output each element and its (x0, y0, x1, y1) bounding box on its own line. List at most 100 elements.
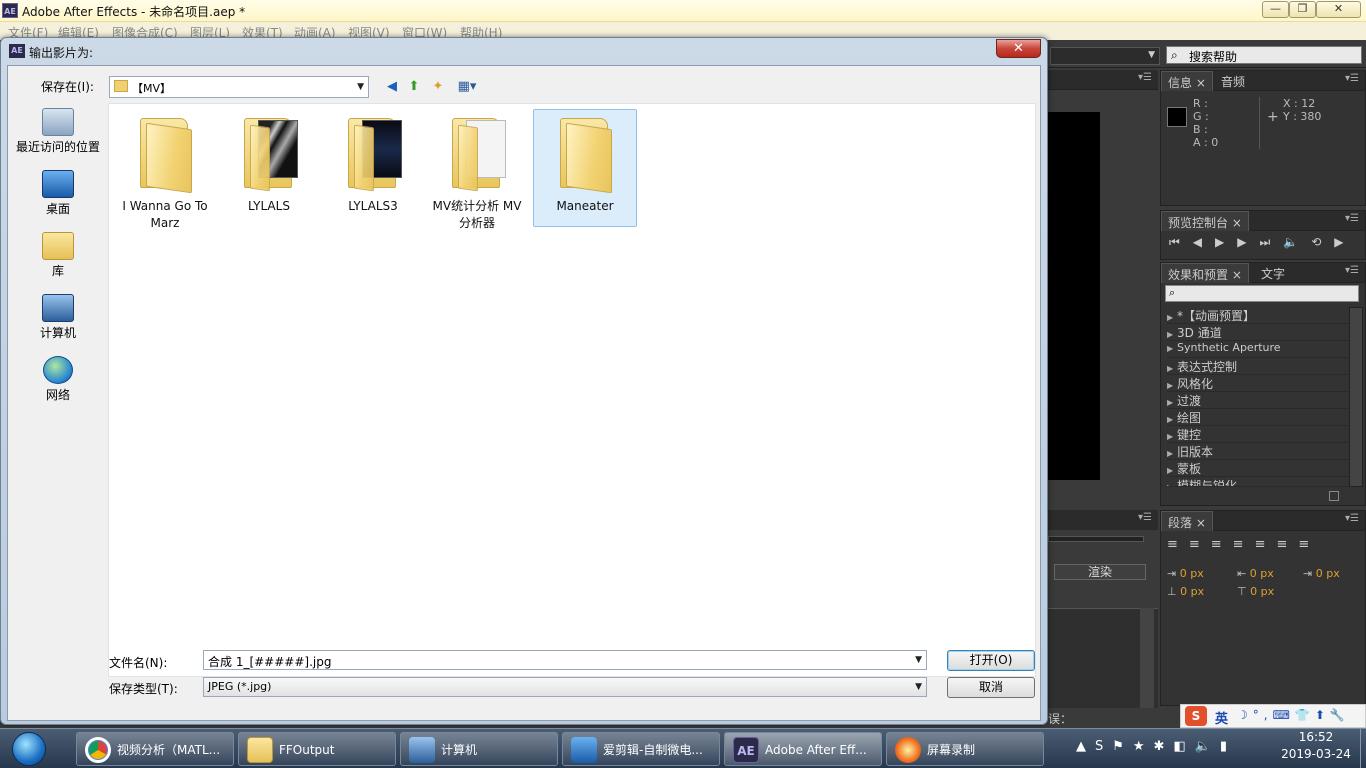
render-panel-tabbar: ▾☰ (1048, 510, 1158, 530)
after-effects-logo-icon: AE (733, 737, 759, 763)
status-fragment: 误： (1048, 712, 1073, 726)
taskbar-item-explorer[interactable]: FFOutput (238, 732, 396, 766)
close-button[interactable]: ✕ (1316, 1, 1361, 18)
chevron-down-icon: ▼ (915, 682, 922, 692)
workspace-select[interactable]: ▼ (1050, 47, 1160, 65)
effect-category[interactable]: ▶ 蒙板 (1167, 460, 1351, 477)
place-computer[interactable]: 计算机 (9, 294, 107, 341)
search-icon: ⌕ (1169, 286, 1176, 299)
tab-audio[interactable]: 音频 (1215, 71, 1251, 91)
folder-item[interactable]: LYLALS3 (321, 110, 425, 228)
save-dialog: AE 输出影片为: ✕ 保存在(I): 【MV】 ▼ ◀ ⬆ ✦ ▦▾ 最近访问… (0, 37, 1048, 725)
space-before[interactable]: ⊥ 0 px (1167, 585, 1204, 598)
dialog-title: 输出影片为: (29, 46, 94, 60)
taskbar: 视频分析（MATL... FFOutput 计算机 爱剪辑-自制微电... AE… (0, 728, 1366, 768)
dialog-close-button[interactable]: ✕ (996, 39, 1041, 58)
preview-controls[interactable]: ⏮◀▶▶⏭🔈⟲▶ (1169, 235, 1357, 250)
open-button[interactable]: 打开(O) (947, 650, 1035, 671)
taskbar-item-computer[interactable]: 计算机 (400, 732, 558, 766)
after-effects-logo-icon: AE (2, 3, 18, 18)
tab-effects[interactable]: 效果和预置 × (1161, 263, 1249, 283)
effect-category[interactable]: ▶ 键控 (1167, 426, 1351, 443)
effect-category[interactable]: ▶ 过渡 (1167, 392, 1351, 409)
effect-category[interactable]: ▶ 旧版本 (1167, 443, 1351, 460)
tab-info[interactable]: 信息 × (1161, 71, 1213, 91)
render-button[interactable]: 渲染 (1054, 564, 1146, 580)
save-in-label: 保存在(I): (41, 80, 94, 94)
recent-places-icon (42, 108, 74, 136)
paragraph-panel: 段落 × ▾☰ ≡≡≡≡≡≡≡ ⇥ 0 px ⇤ 0 px ⇥ 0 px ⊥ 0… (1160, 510, 1366, 706)
effect-category[interactable]: ▶ 风格化 (1167, 375, 1351, 392)
filetype-select[interactable]: JPEG (*.jpg) ▼ (203, 677, 927, 697)
sogou-icon: S (1185, 706, 1207, 726)
tab-preview[interactable]: 预览控制台 × (1161, 211, 1249, 231)
taskbar-item-screen-record[interactable]: 屏幕录制 (886, 732, 1044, 766)
effect-category[interactable]: ▶ 表达式控制 (1167, 358, 1351, 375)
folder-icon (247, 737, 273, 763)
effect-category[interactable]: ▶模糊与锐化 (1167, 477, 1351, 487)
app-title: Adobe After Effects - 未命名项目.aep * (22, 5, 246, 19)
place-desktop[interactable]: 桌面 (9, 170, 107, 217)
effect-category[interactable]: ▶ *【动画预置】 (1167, 307, 1351, 324)
filename-input[interactable]: 合成 1_[#####].jpg ▼ (203, 650, 927, 670)
folder-icon (114, 80, 128, 92)
new-folder-icon[interactable] (1329, 491, 1339, 501)
ime-tool-icons[interactable]: ☽°,⌨👕⬆🔧 (1237, 708, 1350, 722)
render-queue-scrollbar[interactable] (1140, 608, 1154, 708)
save-in-combo[interactable]: 【MV】 ▼ (109, 76, 369, 98)
maximize-button[interactable]: ❐ (1289, 1, 1316, 18)
computer-icon (42, 294, 74, 322)
filename-label: 文件名(N): (109, 656, 168, 670)
system-tray-icons[interactable]: ▲S⚑★✱◧🔈▮ (1076, 739, 1236, 754)
folder-icon (552, 116, 618, 194)
folder-item[interactable]: I Wanna Go To Marz (113, 110, 217, 230)
effects-scrollbar[interactable] (1349, 307, 1363, 487)
indent-first[interactable]: ⇥ 0 px (1303, 567, 1340, 580)
search-help-field[interactable]: ⌕ 搜索帮助 (1166, 46, 1362, 64)
up-folder-icon[interactable]: ⬆ (405, 78, 423, 96)
cancel-button[interactable]: 取消 (947, 677, 1035, 698)
new-folder-icon[interactable]: ✦ (429, 78, 447, 96)
preview-panel: 预览控制台 × ▾☰ ⏮◀▶▶⏭🔈⟲▶ (1160, 210, 1366, 260)
chevron-down-icon: ▼ (915, 655, 922, 665)
effects-search-input[interactable]: ⌕ (1165, 285, 1359, 302)
start-button[interactable] (2, 729, 54, 768)
back-icon[interactable]: ◀ (383, 78, 401, 96)
render-progress (1048, 536, 1144, 542)
filetype-label: 保存类型(T): (109, 682, 178, 696)
place-library[interactable]: 库 (9, 232, 107, 279)
chrome-icon (85, 737, 111, 763)
panel-menu-icon[interactable]: ▾☰ (1345, 73, 1359, 84)
effect-category[interactable]: ▶ Synthetic Aperture (1167, 341, 1351, 358)
minimize-button[interactable]: — (1262, 1, 1289, 18)
file-list[interactable]: I Wanna Go To Marz LYLALS LYLALS3 MV统计分析… (108, 103, 1036, 677)
info-panel: 信息 × 音频 ▾☰ R : G : B : A : 0 + X : 12 Y … (1160, 70, 1366, 206)
indent-right[interactable]: ⇤ 0 px (1237, 567, 1274, 580)
taskbar-item-aijianji[interactable]: 爱剪辑-自制微电... (562, 732, 720, 766)
space-after[interactable]: ⊤ 0 px (1237, 585, 1274, 598)
tab-text[interactable]: 文字 (1255, 263, 1291, 283)
screen-record-icon (895, 737, 921, 763)
places-bar: 最近访问的位置 桌面 库 计算机 网络 (9, 102, 107, 682)
taskbar-item-after-effects[interactable]: AE Adobe After Eff... (724, 732, 882, 766)
taskbar-item-chrome[interactable]: 视频分析（MATL... (76, 732, 234, 766)
folder-item[interactable]: MV统计分析 MV分析器 (425, 110, 529, 230)
effects-panel: 效果和预置 × 文字 ▾☰ ⌕ ▶ *【动画预置】 ▶ 3D 通道 ▶ Synthet… (1160, 262, 1366, 506)
effect-category[interactable]: ▶ 绘图 (1167, 409, 1351, 426)
indent-left[interactable]: ⇥ 0 px (1167, 567, 1204, 580)
computer-icon (409, 737, 435, 763)
place-network[interactable]: 网络 (9, 356, 107, 403)
tab-paragraph[interactable]: 段落 × (1161, 511, 1213, 531)
folder-item-selected[interactable]: Maneater (533, 109, 637, 227)
alignment-buttons[interactable]: ≡≡≡≡≡≡≡ (1167, 537, 1359, 555)
library-icon (42, 232, 74, 260)
after-effects-logo-icon: AE (9, 44, 25, 58)
network-icon (43, 356, 73, 384)
effect-category[interactable]: ▶ 3D 通道 (1167, 324, 1351, 341)
comp-panel-tabbar: ▾☰ (1048, 70, 1158, 90)
clock[interactable]: 16:52 2019-03-24 (1266, 730, 1366, 761)
view-menu-icon[interactable]: ▦▾ (453, 78, 481, 96)
place-recent[interactable]: 最近访问的位置 (9, 108, 107, 155)
folder-item[interactable]: LYLALS (217, 110, 321, 228)
ime-toolbar[interactable]: S 英 ☽°,⌨👕⬆🔧 (1180, 704, 1366, 728)
